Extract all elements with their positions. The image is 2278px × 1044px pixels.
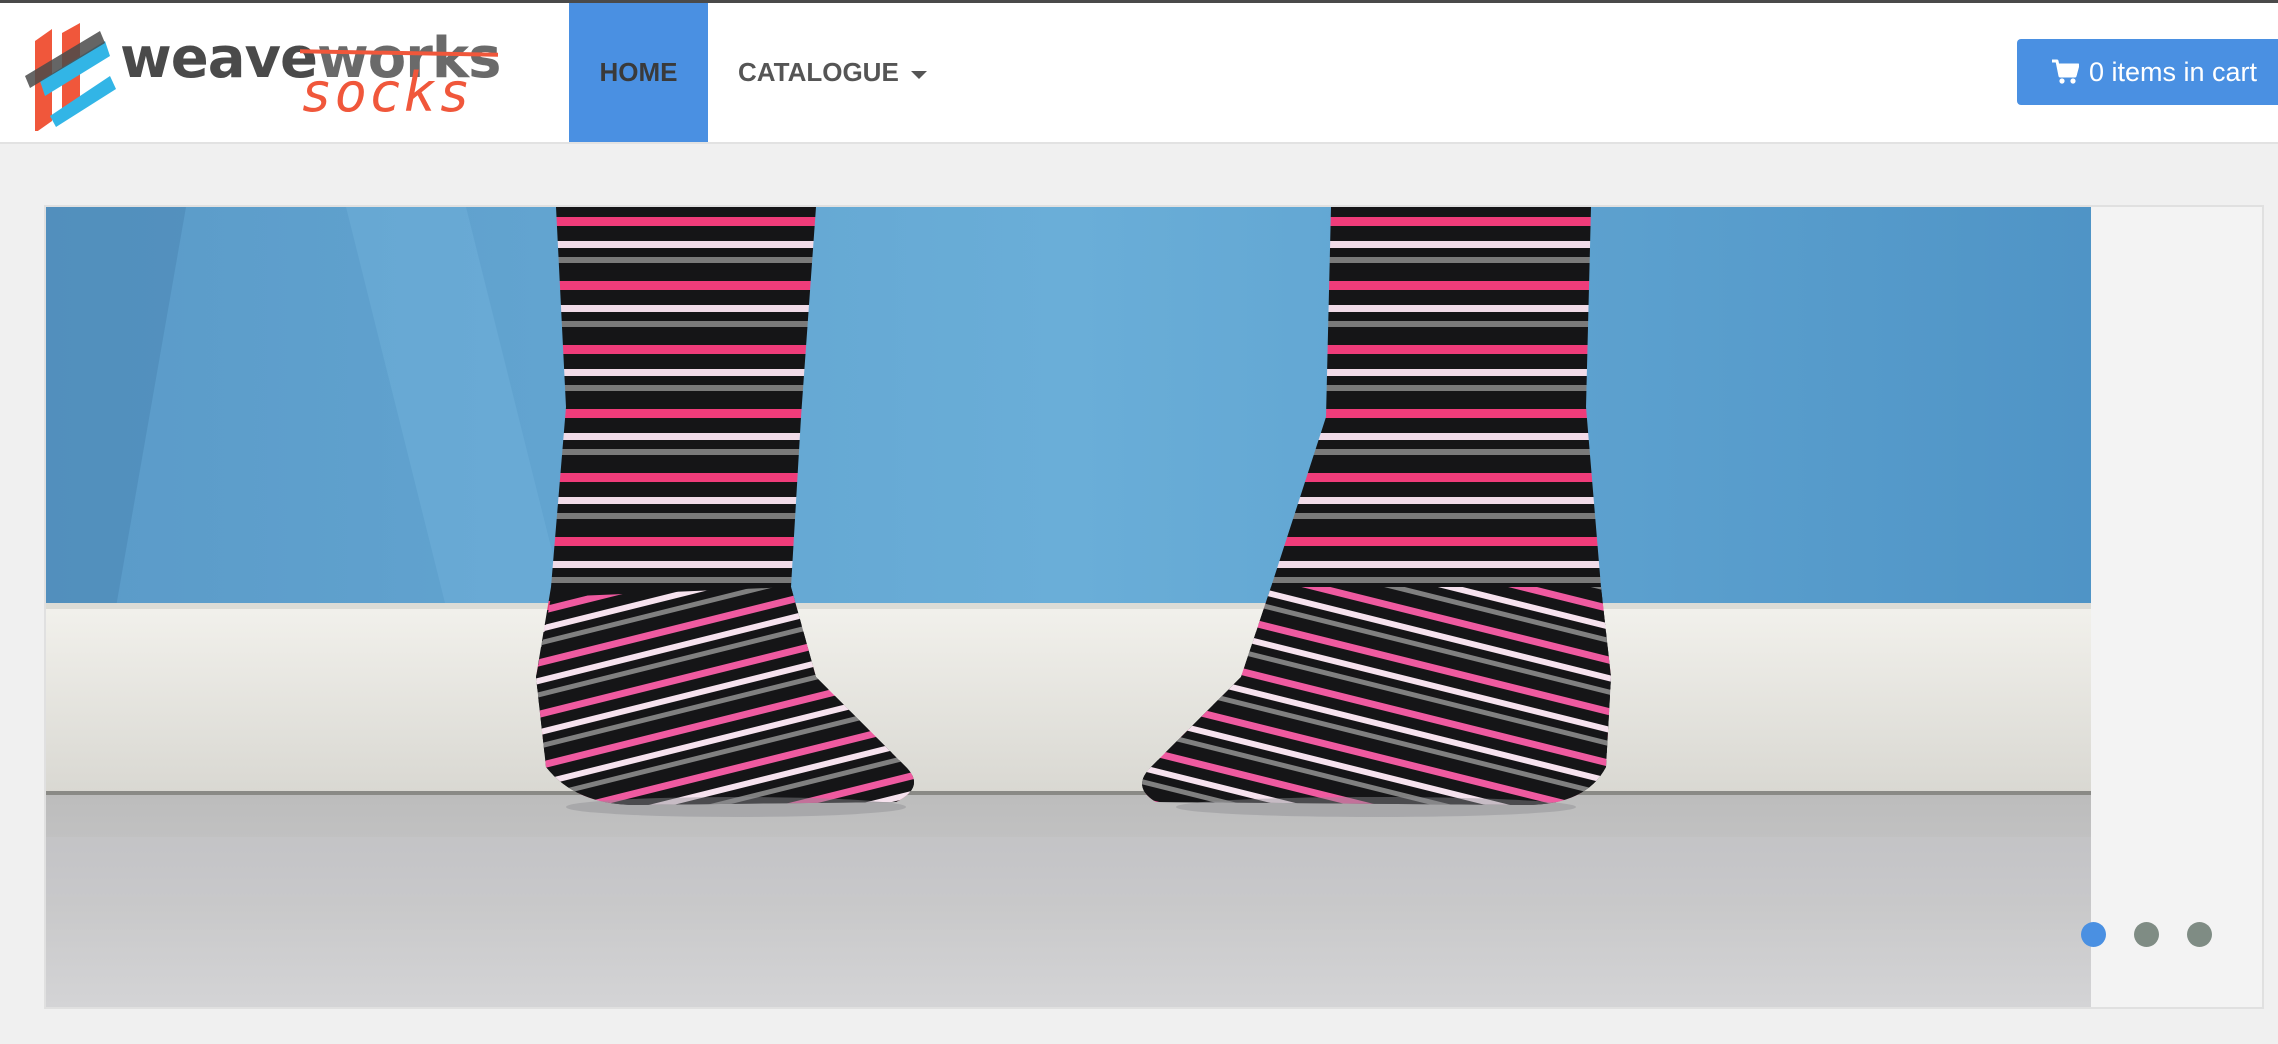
brand-name-part1: weave <box>120 26 318 91</box>
cart-button[interactable]: 0 items in cart <box>2017 39 2278 105</box>
carousel-dots <box>2081 922 2212 947</box>
caret-down-icon <box>910 70 927 79</box>
striped-socks-photo <box>46 207 2091 1007</box>
nav-home-label: HOME <box>599 57 678 87</box>
weaveworks-logo-icon <box>25 23 116 131</box>
shopping-cart-icon <box>2052 59 2079 84</box>
nav-catalogue-dropdown[interactable]: CATALOGUE <box>738 3 927 142</box>
carousel-slide-image <box>46 207 2091 1007</box>
carousel-dot-2[interactable] <box>2134 922 2159 947</box>
brand-logo[interactable]: weaveworks socks <box>10 21 501 131</box>
cart-label: 0 items in cart <box>2089 56 2258 87</box>
brand-sub: socks <box>300 61 473 124</box>
nav-catalogue-label: CATALOGUE <box>738 57 899 87</box>
nav-home[interactable]: HOME <box>569 3 708 142</box>
hero-carousel[interactable] <box>44 205 2264 1009</box>
navbar: weaveworks socks HOME CATALOGUE 0 items … <box>0 3 2278 144</box>
carousel-dot-1[interactable] <box>2081 922 2106 947</box>
carousel-dot-3[interactable] <box>2187 922 2212 947</box>
